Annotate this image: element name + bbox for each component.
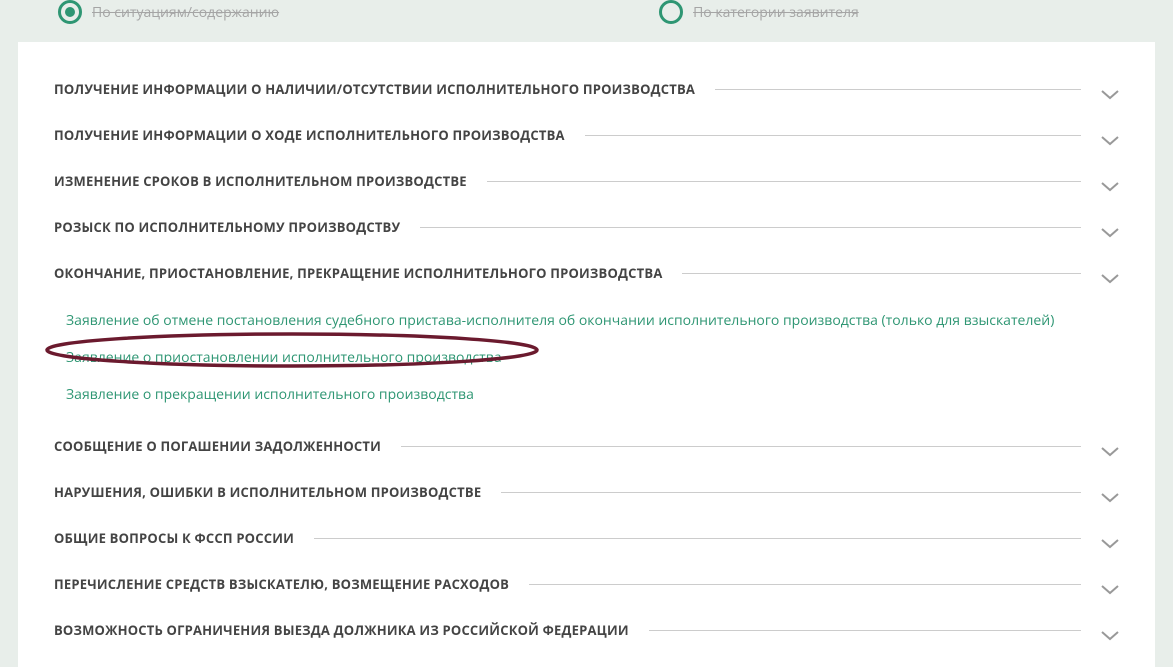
- chevron-down-icon: [1101, 532, 1119, 544]
- section-title: СООБЩЕНИЕ О ПОГАШЕНИИ ЗАДОЛЖЕННОСТИ: [54, 437, 381, 455]
- section-header-3[interactable]: РОЗЫСК ПО ИСПОЛНИТЕЛЬНОМУ ПРОИЗВОДСТВУ: [54, 208, 1119, 246]
- section-title: ПОЛУЧЕНИЕ ИНФОРМАЦИИ О ХОДЕ ИСПОЛНИТЕЛЬН…: [54, 126, 565, 144]
- chevron-down-icon: [1101, 624, 1119, 636]
- chevron-down-icon: [1101, 175, 1119, 187]
- chevron-down-icon: [1101, 440, 1119, 452]
- divider-line: [401, 446, 1081, 447]
- radio-situations-label: По ситуациям/содержанию: [92, 3, 279, 22]
- section-header-4[interactable]: ОКОНЧАНИЕ, ПРИОСТАНОВЛЕНИЕ, ПРЕКРАЩЕНИЕ …: [54, 254, 1119, 292]
- section-title: РОЗЫСК ПО ИСПОЛНИТЕЛЬНОМУ ПРОИЗВОДСТВУ: [54, 218, 400, 236]
- filter-radios: По ситуациям/содержанию По категории зая…: [18, 0, 1155, 42]
- section-title: ПЕРЕЧИСЛЕНИЕ СРЕДСТВ ВЗЫСКАТЕЛЮ, ВОЗМЕЩЕ…: [54, 575, 509, 593]
- section-header-0[interactable]: ПОЛУЧЕНИЕ ИНФОРМАЦИИ О НАЛИЧИИ/ОТСУТСТВИ…: [54, 70, 1119, 108]
- section-title: ИЗМЕНЕНИЕ СРОКОВ В ИСПОЛНИТЕЛЬНОМ ПРОИЗВ…: [54, 172, 467, 190]
- link-suspend[interactable]: Заявление о приостановлении исполнительн…: [66, 339, 1119, 376]
- chevron-down-icon: [1101, 129, 1119, 141]
- chevron-down-icon: [1101, 83, 1119, 95]
- divider-line: [501, 492, 1081, 493]
- section-title: ОБЩИЕ ВОПРОСЫ К ФССП РОССИИ: [54, 529, 294, 547]
- divider-line: [649, 630, 1081, 631]
- radio-category[interactable]: По категории заявителя: [659, 0, 859, 24]
- divider-line: [420, 227, 1081, 228]
- divider-line: [529, 584, 1081, 585]
- section-header-6[interactable]: НАРУШЕНИЯ, ОШИБКИ В ИСПОЛНИТЕЛЬНОМ ПРОИЗ…: [54, 473, 1119, 511]
- section-title: НАРУШЕНИЯ, ОШИБКИ В ИСПОЛНИТЕЛЬНОМ ПРОИЗ…: [54, 483, 481, 501]
- section-title: ВОЗМОЖНОСТЬ ОГРАНИЧЕНИЯ ВЫЕЗДА ДОЛЖНИКА …: [54, 621, 629, 639]
- section-header-5[interactable]: СООБЩЕНИЕ О ПОГАШЕНИИ ЗАДОЛЖЕННОСТИ: [54, 427, 1119, 465]
- link-cancel-end[interactable]: Заявление об отмене постановления судебн…: [66, 302, 1119, 339]
- divider-line: [682, 273, 1081, 274]
- divider-line: [715, 89, 1081, 90]
- chevron-down-icon: [1101, 578, 1119, 590]
- section-header-8[interactable]: ПЕРЕЧИСЛЕНИЕ СРЕДСТВ ВЗЫСКАТЕЛЮ, ВОЗМЕЩЕ…: [54, 565, 1119, 603]
- sub-links-4: Заявление об отмене постановления судебн…: [54, 292, 1119, 419]
- divider-line: [487, 181, 1081, 182]
- section-title: ОКОНЧАНИЕ, ПРИОСТАНОВЛЕНИЕ, ПРЕКРАЩЕНИЕ …: [54, 264, 662, 282]
- chevron-down-icon: [1101, 267, 1119, 279]
- radio-circle-icon: [58, 0, 82, 24]
- divider-line: [314, 538, 1081, 539]
- section-title: ПОЛУЧЕНИЕ ИНФОРМАЦИИ О НАЛИЧИИ/ОТСУТСТВИ…: [54, 80, 695, 98]
- link-terminate[interactable]: Заявление о прекращении исполнительного …: [66, 376, 1119, 413]
- radio-situations[interactable]: По ситуациям/содержанию: [58, 0, 279, 24]
- radio-category-label: По категории заявителя: [693, 3, 859, 22]
- section-header-7[interactable]: ОБЩИЕ ВОПРОСЫ К ФССП РОССИИ: [54, 519, 1119, 557]
- section-header-9[interactable]: ВОЗМОЖНОСТЬ ОГРАНИЧЕНИЯ ВЫЕЗДА ДОЛЖНИКА …: [54, 611, 1119, 649]
- chevron-down-icon: [1101, 486, 1119, 498]
- chevron-down-icon: [1101, 221, 1119, 233]
- radio-circle-icon: [659, 0, 683, 24]
- section-header-2[interactable]: ИЗМЕНЕНИЕ СРОКОВ В ИСПОЛНИТЕЛЬНОМ ПРОИЗВ…: [54, 162, 1119, 200]
- section-header-1[interactable]: ПОЛУЧЕНИЕ ИНФОРМАЦИИ О ХОДЕ ИСПОЛНИТЕЛЬН…: [54, 116, 1119, 154]
- divider-line: [585, 135, 1081, 136]
- sections-panel: ПОЛУЧЕНИЕ ИНФОРМАЦИИ О НАЛИЧИИ/ОТСУТСТВИ…: [18, 42, 1155, 667]
